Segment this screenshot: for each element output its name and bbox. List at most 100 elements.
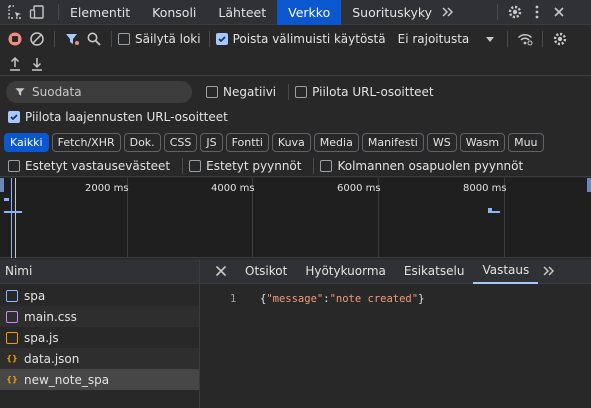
- third-party-checkbox[interactable]: [320, 159, 333, 172]
- filter-funnel-icon: [15, 88, 25, 96]
- tick-label: 8000 ms: [463, 183, 507, 194]
- invert-label: Negatiivi: [223, 85, 277, 99]
- more-tabs-chevron-icon[interactable]: [437, 1, 459, 23]
- inspect-element-icon[interactable]: [4, 1, 26, 23]
- type-filter-font[interactable]: Fontti: [225, 132, 269, 152]
- window-handle-right[interactable]: [587, 178, 591, 192]
- type-filter-fetch-xhr[interactable]: Fetch/XHR: [51, 132, 121, 152]
- blocked-cookies-label: Estetyt vastausevästeet: [25, 158, 171, 173]
- hide-extension-urls-label: Piilota laajennusten URL-osoitteet: [25, 110, 228, 124]
- type-filter-manifest[interactable]: Manifesti: [361, 132, 424, 152]
- divider: [54, 31, 55, 47]
- type-filter-media[interactable]: Media: [313, 132, 359, 152]
- request-row-new-note-spa[interactable]: {} new_note_spa: [0, 369, 199, 390]
- import-export-toolbar: [0, 52, 591, 76]
- search-icon[interactable]: [83, 28, 105, 50]
- invert-checkbox[interactable]: [206, 86, 218, 98]
- divider: [288, 84, 290, 100]
- tab-console[interactable]: Konsoli: [141, 0, 207, 25]
- tick-label: 2000 ms: [85, 183, 129, 194]
- preserve-log-checkbox[interactable]: [118, 33, 130, 45]
- request-name: main.css: [24, 309, 77, 324]
- type-filter-doc[interactable]: Dok.: [123, 132, 161, 152]
- tab-preview[interactable]: Esikatselu: [395, 259, 474, 284]
- more-filters-row: Estetyt vastausevästeet Estetyt pyynnöt …: [0, 155, 591, 177]
- filter-funnel-icon[interactable]: [61, 28, 83, 50]
- request-name: data.json: [24, 351, 80, 366]
- tab-performance[interactable]: Suorituskyky: [341, 0, 443, 25]
- blocked-cookies-checkbox[interactable]: [8, 159, 20, 172]
- response-body-viewer[interactable]: 1 {"message":"note created"}: [200, 285, 591, 408]
- tab-payload[interactable]: Hyötykuorma: [296, 259, 395, 284]
- script-icon: [6, 331, 18, 344]
- throttling-select[interactable]: Ei rajoitusta: [398, 32, 470, 46]
- devtools-tab-bar: Elementit Konsoli Lähteet Verkko Suoritu…: [0, 0, 591, 25]
- settings-gear-icon[interactable]: [504, 1, 526, 23]
- type-filter-other[interactable]: Muu: [508, 132, 544, 152]
- request-row-spa-js[interactable]: spa.js: [0, 327, 199, 348]
- close-detail-icon[interactable]: [210, 260, 232, 282]
- type-filter-all[interactable]: Kaikki: [4, 132, 49, 152]
- more-options-icon[interactable]: [526, 1, 548, 23]
- device-toolbar-icon[interactable]: [26, 1, 48, 23]
- blocked-requests-checkbox[interactable]: [189, 159, 202, 172]
- network-toolbar: Säilytä loki Poista välimuisti käytöstä …: [0, 26, 591, 52]
- blocked-requests-label: Estetyt pyynnöt: [206, 158, 302, 173]
- request-row-main-css[interactable]: main.css: [0, 306, 199, 327]
- divider: [208, 31, 210, 47]
- request-name: new_note_spa: [24, 372, 110, 387]
- request-detail-tabs: Otsikot Hyötykuorma Esikatselu Vastaus: [200, 259, 591, 284]
- filter-placeholder: Suodata: [32, 85, 82, 99]
- divider: [507, 31, 509, 47]
- fetch-icon: {}: [6, 354, 18, 363]
- tab-response[interactable]: Vastaus: [473, 259, 539, 284]
- filter-input[interactable]: Suodata: [6, 81, 192, 103]
- import-har-upload-icon[interactable]: [4, 53, 26, 75]
- divider: [497, 4, 499, 20]
- third-party-label: Kolmannen osapuolen pyynnöt: [337, 158, 524, 173]
- type-filter-ws[interactable]: WS: [426, 132, 457, 152]
- request-row-data-json[interactable]: {} data.json: [0, 348, 199, 369]
- tab-headers[interactable]: Otsikot: [236, 259, 296, 284]
- type-filter-wasm[interactable]: Wasm: [459, 132, 506, 152]
- request-bar: [4, 198, 9, 201]
- response-code: {"message":"note created"}: [260, 293, 425, 305]
- type-filter-img[interactable]: Kuva: [271, 132, 311, 152]
- divider: [111, 31, 112, 47]
- divider: [182, 157, 184, 174]
- clear-log-icon[interactable]: [26, 28, 48, 50]
- network-settings-gear-icon[interactable]: [549, 28, 571, 50]
- name-column-header[interactable]: Nimi: [0, 259, 199, 284]
- tab-elements[interactable]: Elementit: [59, 0, 141, 25]
- request-list: spa main.css spa.js {} data.json {} new_…: [0, 285, 199, 408]
- request-bar: [4, 211, 22, 213]
- request-name: spa: [24, 288, 46, 303]
- window-handle-left[interactable]: [0, 178, 4, 192]
- close-devtools-icon[interactable]: [548, 1, 570, 23]
- hide-data-urls-label: Piilota URL-osoitteet: [312, 85, 434, 99]
- dropdown-arrow-icon[interactable]: [479, 28, 501, 50]
- filter-row: Suodata Negatiivi Piilota URL-osoitteet: [0, 80, 591, 104]
- document-icon: [6, 289, 18, 302]
- stylesheet-icon: [6, 310, 18, 323]
- disable-cache-checkbox[interactable]: [215, 33, 228, 45]
- hide-data-urls-checkbox[interactable]: [295, 86, 308, 98]
- resource-type-filter-bar: Kaikki Fetch/XHR Dok. CSS JS Fontti Kuva…: [0, 131, 591, 153]
- hide-extension-urls-checkbox[interactable]: [8, 111, 20, 123]
- export-har-download-icon[interactable]: [26, 53, 48, 75]
- type-filter-js[interactable]: JS: [200, 132, 223, 152]
- tab-network[interactable]: Verkko: [277, 0, 342, 25]
- request-row-spa[interactable]: spa: [0, 285, 199, 306]
- more-tabs-chevron-icon[interactable]: [538, 260, 560, 282]
- tab-sources[interactable]: Lähteet: [207, 0, 277, 25]
- hide-extension-row: Piilota laajennusten URL-osoitteet: [0, 106, 591, 128]
- name-column-label: Nimi: [5, 264, 33, 278]
- divider: [542, 31, 544, 47]
- type-filter-css[interactable]: CSS: [163, 132, 198, 152]
- tick-label: 6000 ms: [337, 183, 381, 194]
- network-conditions-wifi-icon[interactable]: [514, 28, 536, 50]
- line-number: 1: [230, 293, 237, 305]
- record-stop-icon[interactable]: [4, 28, 26, 50]
- network-overview-timeline[interactable]: 2000 ms 4000 ms 6000 ms 8000 ms: [0, 178, 591, 258]
- preserve-log-label: Säilytä loki: [135, 32, 201, 46]
